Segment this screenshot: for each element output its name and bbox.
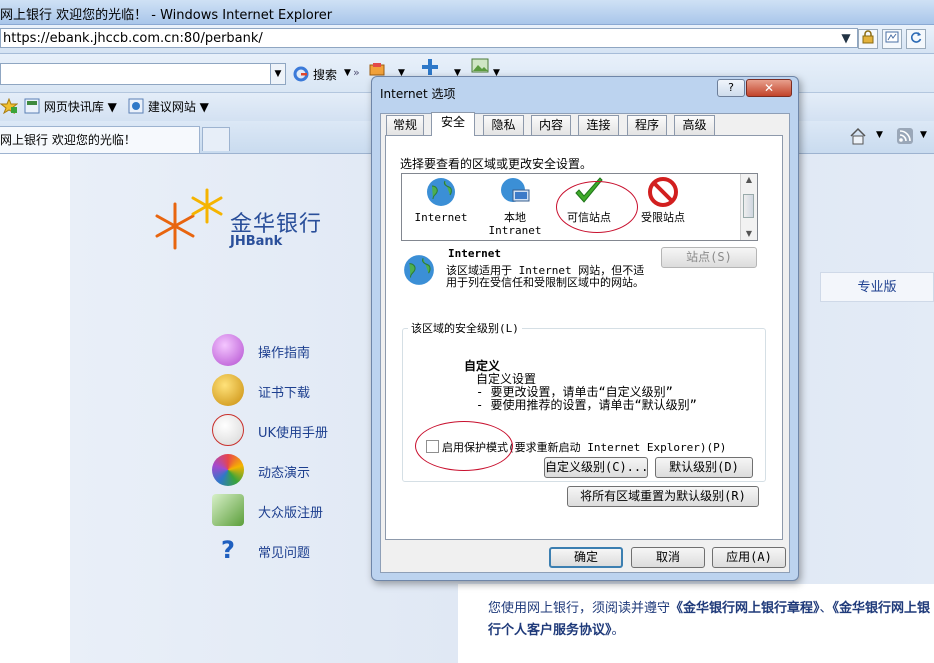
notice-separator: 、 <box>819 601 833 616</box>
favorites-item-label: 建议网站 <box>147 100 196 114</box>
search-options-icon[interactable]: ▼ <box>344 68 351 78</box>
zone-label: 本地 <box>504 211 526 224</box>
faq-icon: ? <box>221 536 235 564</box>
register-icon <box>212 494 244 526</box>
new-tab-button[interactable] <box>202 127 230 151</box>
tab-privacy[interactable]: 隐私 <box>483 115 524 135</box>
security-level-label: 该区域的安全级别(L) <box>408 320 522 336</box>
zone-prompt: 选择要查看的区域或更改安全设置。 <box>400 157 593 171</box>
favorites-item-web-slice[interactable]: 网页快讯库 ▼ <box>24 98 117 115</box>
menu-item-label: 操作指南 <box>258 346 311 361</box>
guide-icon <box>212 334 244 366</box>
address-bar: https://ebank.jhccb.com.cn:80/perbank/ ▼ <box>0 25 934 54</box>
menu-item-guide[interactable]: 操作指南 <box>212 334 352 366</box>
manual-icon <box>212 414 244 446</box>
home-dropdown-icon[interactable]: ▼ <box>876 130 883 140</box>
url-input[interactable]: https://ebank.jhccb.com.cn:80/perbank/ <box>0 28 858 48</box>
bank-charter-link[interactable]: 《金华银行网上银行章程》 <box>670 601 820 616</box>
notice-suffix: 。 <box>611 623 625 638</box>
menu-item-label: 大众版注册 <box>258 506 324 521</box>
menu-item-faq[interactable]: ? 常见问题 <box>212 534 352 566</box>
notice-text: 您使用网上银行，须阅读并遵守 <box>488 601 671 616</box>
google-g-icon <box>293 66 309 82</box>
restricted-sites-icon <box>648 177 678 207</box>
menu-item-label: 动态演示 <box>258 466 311 481</box>
favorites-star-icon[interactable] <box>0 97 19 117</box>
rss-dropdown-icon[interactable]: ▼ <box>920 130 927 140</box>
zone-local-intranet[interactable]: 本地 Intranet <box>478 176 552 240</box>
annotation-oval-trusted <box>556 181 638 233</box>
menu-item-demo[interactable]: 动态演示 <box>212 454 352 486</box>
zone-description: 该区域适用于 Internet 网站，但不适用于列在受信任和受限制区域中的网站。 <box>446 264 645 289</box>
annotation-oval-protected <box>415 421 513 471</box>
address-dropdown-icon[interactable]: ▼ <box>836 29 856 49</box>
agreement-notice: 您使用网上银行，须阅读并遵守《金华银行网上银行章程》、《金华银行网上银行个人客户… <box>488 598 934 642</box>
tab-content[interactable]: 内容 <box>531 115 571 135</box>
tab-connections[interactable]: 连接 <box>578 115 619 135</box>
security-level-description: 自定义设置 - 要更改设置，请单击“自定义级别” - 要使用推荐的设置，请单击“… <box>476 372 697 412</box>
toolbar-search-input[interactable] <box>0 63 272 85</box>
tab-advanced[interactable]: 高级 <box>674 115 715 135</box>
menu-item-label: 证书下载 <box>258 386 311 401</box>
scroll-down-icon[interactable]: ▼ <box>741 228 757 240</box>
help-button[interactable]: ? <box>717 79 745 97</box>
window-titlebar: 网上银行 欢迎您的光临！ - Windows Internet Explorer <box>0 0 934 25</box>
favorites-item-suggested[interactable]: 建议网站 ▼ <box>128 98 209 115</box>
default-level-button[interactable]: 默认级别(D) <box>655 457 753 478</box>
web-slice-icon <box>24 98 40 114</box>
ok-button[interactable]: 确定 <box>549 547 623 568</box>
compatibility-view-icon[interactable] <box>882 29 902 49</box>
zone-scrollbar[interactable]: ▲ ▼ <box>740 174 757 240</box>
suggested-sites-icon <box>128 98 144 114</box>
certificate-download-icon <box>212 374 244 406</box>
zone-label: Internet <box>414 211 468 224</box>
browser-tab[interactable]: 网上银行 欢迎您的光临！ <box>0 126 200 153</box>
cancel-button[interactable]: 取消 <box>631 547 705 568</box>
local-intranet-icon <box>501 178 530 202</box>
demo-icon <box>212 454 244 486</box>
custom-level-button[interactable]: 自定义级别(C)... <box>544 457 648 478</box>
tab-security[interactable]: 安全 <box>431 112 475 136</box>
bank-name-en: JHBank <box>230 234 283 249</box>
picture-icon[interactable] <box>471 58 489 77</box>
window-title: 网上银行 欢迎您的光临！ - Windows Internet Explorer <box>0 8 333 23</box>
pro-version-tab[interactable]: 专业版 <box>820 272 934 302</box>
lock-icon[interactable] <box>858 29 878 49</box>
search-button[interactable]: 搜索 <box>293 66 337 85</box>
search-button-label: 搜索 <box>313 68 338 82</box>
menu-item-certificate[interactable]: 证书下载 <box>212 374 352 406</box>
home-icon[interactable] <box>849 127 867 148</box>
rss-feed-icon[interactable] <box>896 127 914 148</box>
reset-all-zones-button[interactable]: 将所有区域重置为默认级别(R) <box>567 486 759 507</box>
tab-general[interactable]: 常规 <box>386 115 424 135</box>
refresh-icon[interactable] <box>906 29 926 49</box>
bank-logo <box>155 186 225 253</box>
toolbar-chevron-icon[interactable]: » <box>353 66 360 79</box>
dialog-title: Internet 选项 <box>380 87 456 101</box>
internet-options-dialog: Internet 选项 ? ✕ 常规 安全 隐私 内容 连接 程序 高级 选择要… <box>371 76 799 581</box>
apply-button[interactable]: 应用(A) <box>712 547 786 568</box>
bank-logo-star-icon <box>155 188 223 250</box>
favorites-item-label: 网页快讯库 <box>43 100 104 114</box>
sites-button[interactable]: 站点(S) <box>661 247 757 268</box>
search-dropdown-icon[interactable]: ▼ <box>270 63 286 85</box>
selected-zone-globe-icon <box>404 255 434 285</box>
zone-label: 受限站点 <box>641 211 685 224</box>
zone-internet[interactable]: Internet <box>404 176 478 240</box>
zone-description-title: Internet <box>448 247 501 260</box>
zone-label-2: Intranet <box>488 224 542 237</box>
menu-item-label: UK使用手册 <box>258 426 329 441</box>
internet-globe-icon <box>427 178 455 206</box>
tab-programs[interactable]: 程序 <box>627 115 667 135</box>
scroll-thumb[interactable] <box>743 194 754 218</box>
scroll-up-icon[interactable]: ▲ <box>741 174 757 186</box>
close-button[interactable]: ✕ <box>746 79 792 97</box>
menu-item-label: 常见问题 <box>258 546 311 561</box>
menu-item-register[interactable]: 大众版注册 <box>212 494 352 526</box>
menu-item-manual[interactable]: UK使用手册 <box>212 414 352 446</box>
